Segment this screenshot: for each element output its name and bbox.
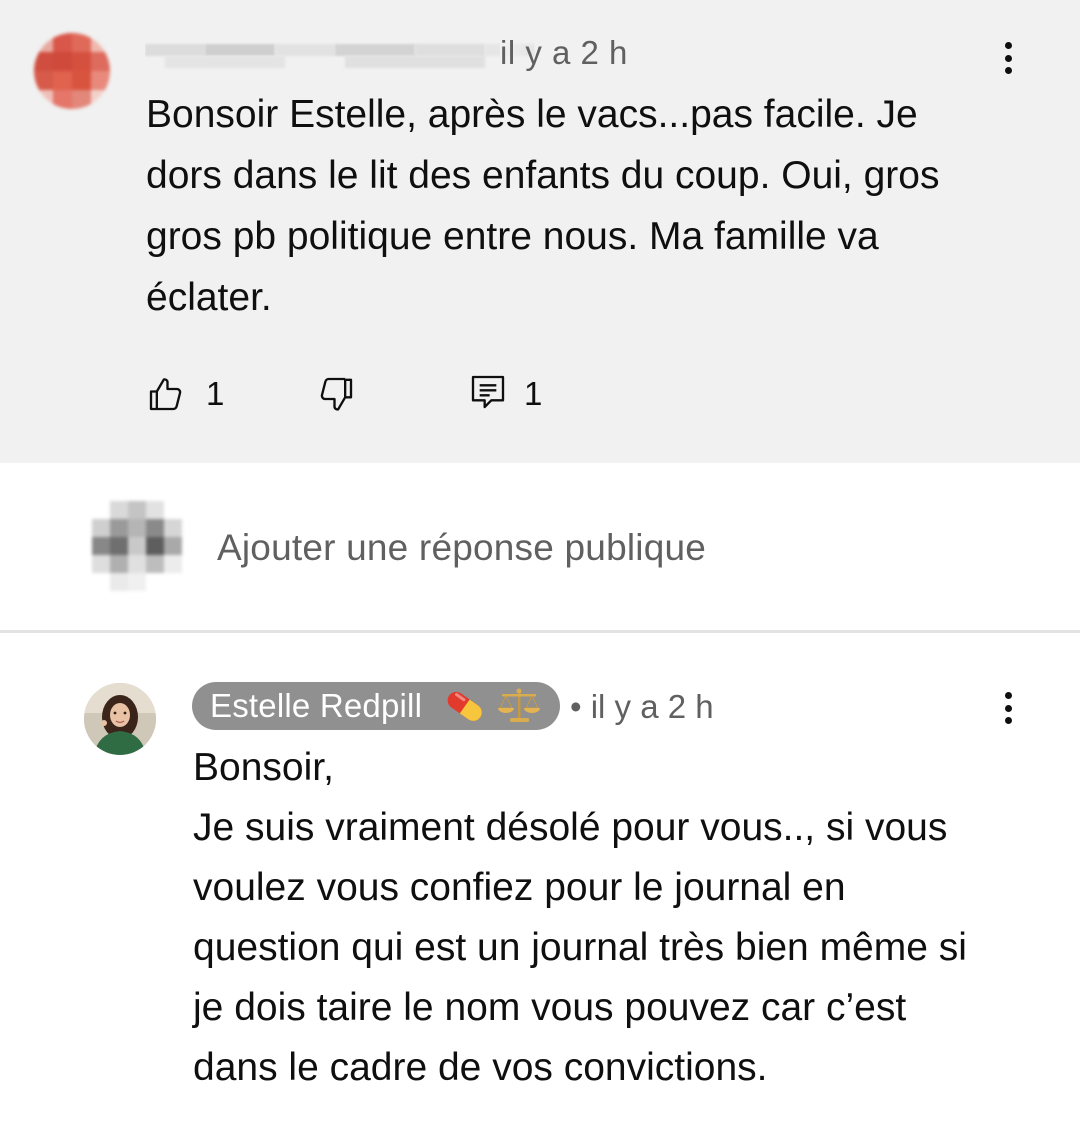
comment-icon [471,375,505,409]
reply-input[interactable]: Ajouter une réponse publique [217,527,706,569]
more-vert-icon[interactable] [998,688,1018,728]
thumb-down-icon [320,377,353,411]
add-reply-row: Ajouter une réponse publique [0,463,1080,633]
reply-timestamp: • il y a 2 h [570,688,714,725]
comment-body: Bonsoir Estelle, après le vacs...pas fac… [146,93,940,319]
author-name: Estelle Redpill [210,687,423,724]
thumb-up-icon [149,378,182,411]
author-name-redacted[interactable] [145,34,535,74]
comment-timestamp: il y a 2 h [500,34,628,72]
author-chip[interactable]: Estelle Redpill [192,682,560,730]
like-count: 1 [206,375,225,412]
reply-body: Bonsoir, Je suis vraiment désolé pour vo… [193,746,967,1089]
comment-thread: il y a 2 h Bonsoir Estelle, après le vac… [0,0,1080,1144]
reply-count: 1 [524,375,543,412]
avatar[interactable] [84,683,156,755]
avatar[interactable] [34,33,110,109]
like-button[interactable] [146,372,188,416]
reply-button[interactable] [468,372,510,416]
highlighted-comment: il y a 2 h Bonsoir Estelle, après le vac… [0,0,1080,463]
pill-emoji-icon [447,691,482,721]
scales-emoji-icon [498,688,540,722]
avatar [90,501,182,593]
more-vert-icon[interactable] [998,38,1018,78]
dislike-button[interactable] [316,372,358,416]
